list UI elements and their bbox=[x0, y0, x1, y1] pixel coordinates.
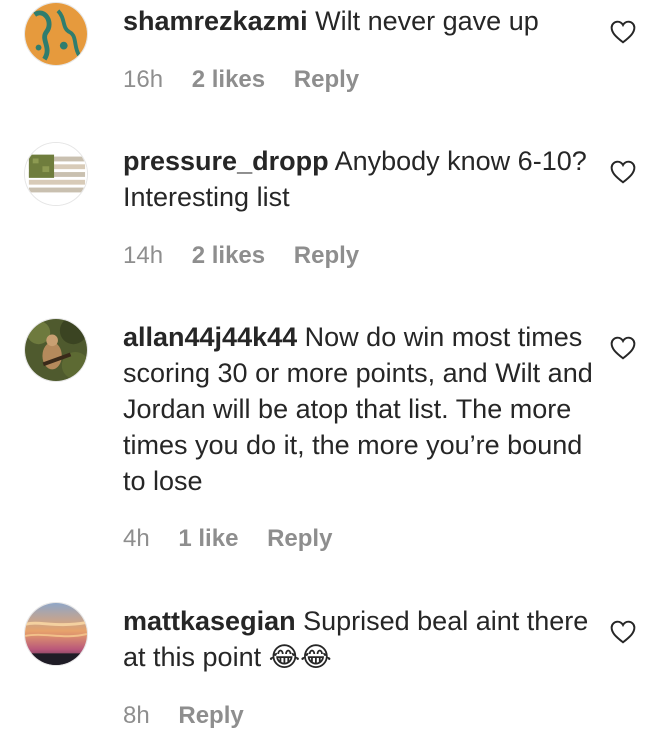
avatar[interactable] bbox=[24, 318, 88, 382]
comment-meta: 8h Reply bbox=[123, 701, 266, 731]
comment-likes[interactable]: 1 like bbox=[178, 525, 238, 552]
comment-item: pressure_dropp Anybody know 6-10? Intere… bbox=[0, 140, 646, 280]
heart-outline-icon-svg bbox=[610, 336, 636, 360]
heart-outline-icon-svg bbox=[610, 620, 636, 644]
heart-outline-icon[interactable] bbox=[610, 160, 636, 184]
comment-meta: 14h 2 likes Reply bbox=[123, 241, 381, 271]
comment-likes[interactable]: 2 likes bbox=[192, 242, 265, 269]
heart-outline-icon-svg bbox=[610, 20, 636, 44]
heart-outline-icon[interactable] bbox=[610, 336, 636, 360]
reply-button[interactable]: Reply bbox=[267, 525, 332, 552]
comment-timestamp[interactable]: 4h bbox=[123, 525, 150, 552]
comment-meta: 4h 1 like Reply bbox=[123, 524, 354, 554]
heart-outline-icon[interactable] bbox=[610, 20, 636, 44]
avatar-image bbox=[25, 3, 87, 65]
comment-username[interactable]: pressure_dropp bbox=[123, 146, 329, 176]
comment-text: mattkasegian Suprised beal aint there at… bbox=[123, 603, 593, 676]
comment-text: pressure_dropp Anybody know 6-10? Intere… bbox=[123, 143, 593, 215]
comment-timestamp[interactable]: 16h bbox=[123, 66, 163, 93]
comment-text: allan44j44k44 Now do win most times scor… bbox=[123, 319, 593, 499]
reply-button[interactable]: Reply bbox=[294, 66, 359, 93]
heart-outline-icon-svg bbox=[610, 160, 636, 184]
heart-outline-icon[interactable] bbox=[610, 620, 636, 644]
comment-likes[interactable]: 2 likes bbox=[192, 66, 265, 93]
avatar[interactable] bbox=[24, 602, 88, 666]
emoji-laughing-icon: 😂😂 bbox=[268, 642, 332, 673]
avatar-image bbox=[25, 319, 87, 381]
comment-username[interactable]: shamrezkazmi bbox=[123, 6, 308, 36]
comment-timestamp[interactable]: 8h bbox=[123, 702, 150, 729]
comment-meta: 16h 2 likes Reply bbox=[123, 65, 381, 95]
avatar[interactable] bbox=[24, 142, 88, 206]
comment-timestamp[interactable]: 14h bbox=[123, 242, 163, 269]
comment-text: shamrezkazmi Wilt never gave up bbox=[123, 3, 593, 39]
avatar-image bbox=[25, 603, 87, 665]
reply-button[interactable]: Reply bbox=[294, 242, 359, 269]
avatar-image bbox=[25, 143, 87, 205]
comment-item: allan44j44k44 Now do win most times scor… bbox=[0, 316, 646, 566]
comment-username[interactable]: allan44j44k44 bbox=[123, 322, 297, 352]
comment-username[interactable]: mattkasegian bbox=[123, 606, 296, 636]
comment-item: mattkasegian Suprised beal aint there at… bbox=[0, 600, 646, 740]
comment-body: Wilt never gave up bbox=[315, 6, 539, 36]
avatar[interactable] bbox=[24, 2, 88, 66]
comment-item: shamrezkazmi Wilt never gave up 16h 2 li… bbox=[0, 0, 646, 120]
reply-button[interactable]: Reply bbox=[178, 702, 243, 729]
